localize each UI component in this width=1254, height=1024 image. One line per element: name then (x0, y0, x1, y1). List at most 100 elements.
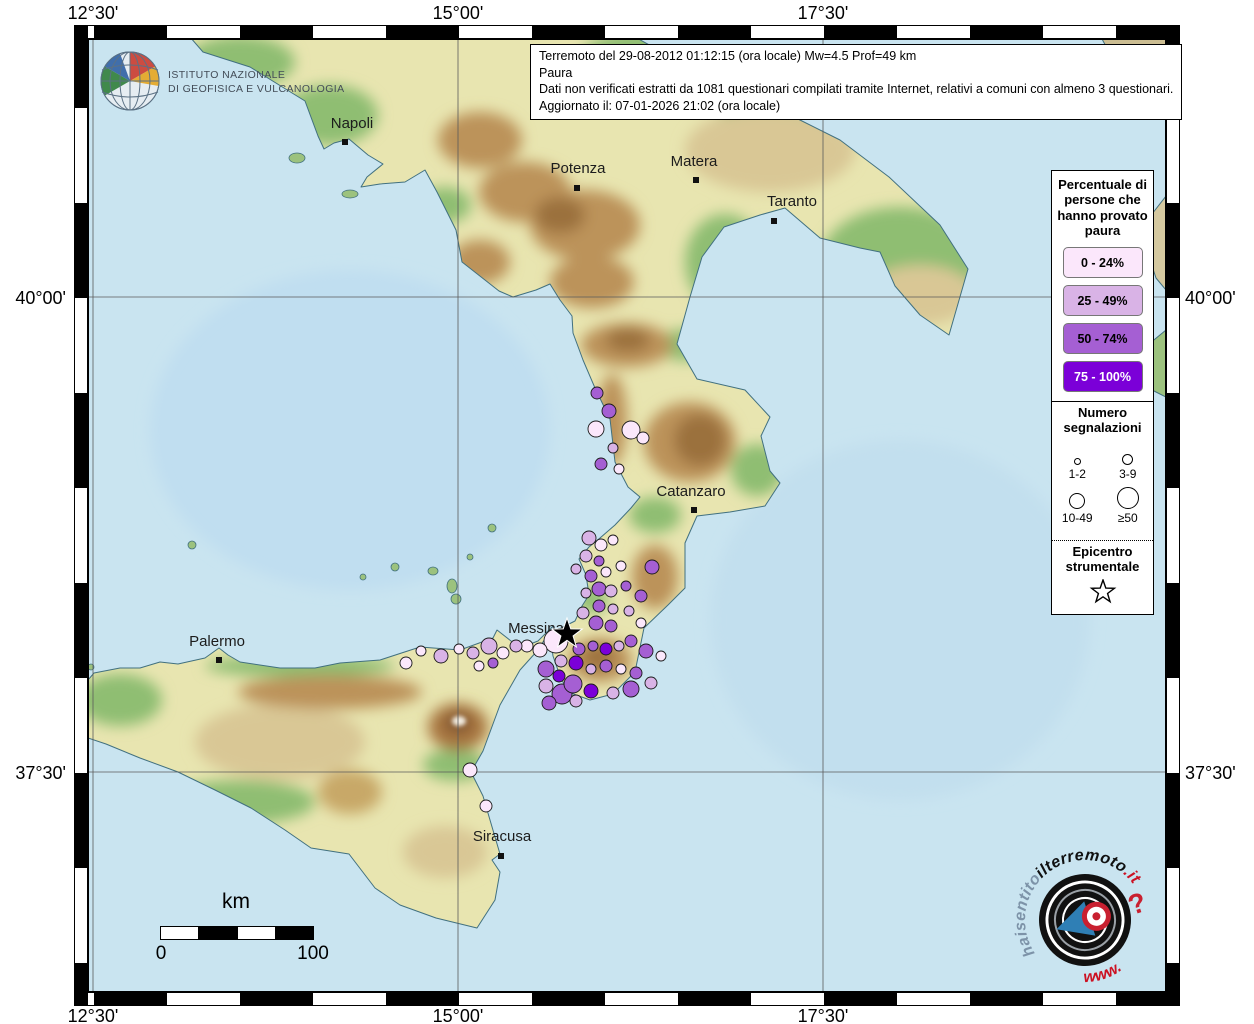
legend-size-4-label: ≥50 (1118, 511, 1138, 525)
city-marker (216, 657, 222, 663)
coord-label-top-3: 17°30' (798, 3, 849, 24)
coord-label-left-2: 37°30' (2, 763, 66, 784)
coord-label-bottom-3: 17°30' (798, 1006, 849, 1024)
felt-report-circle (467, 647, 479, 659)
size-circle-icon (1117, 487, 1139, 509)
felt-report-circle (580, 550, 592, 562)
scalebar-segment (237, 927, 275, 939)
city-label: Palermo (189, 633, 245, 650)
felt-report-circle (591, 387, 603, 399)
legend-swatch-2: 25 - 49% (1063, 285, 1143, 316)
event-info-box: Terremoto del 29-08-2012 01:12:15 (ora l… (530, 44, 1182, 120)
map-frame-left (74, 25, 88, 1006)
felt-report-circle (588, 421, 604, 437)
felt-report-circle (592, 582, 606, 596)
legend-percent-title: Percentuale di persone che hanno provato… (1052, 171, 1153, 240)
coord-label-bottom-1: 12°30' (68, 1006, 119, 1024)
felt-report-circle (571, 564, 581, 574)
felt-report-circle (538, 661, 554, 677)
legend-size-1-label: 1-2 (1069, 467, 1086, 481)
legend-size-3: 10-49 (1052, 484, 1103, 525)
felt-report-circle (616, 561, 626, 571)
city-label: Potenza (550, 160, 606, 177)
felt-report-circle (584, 684, 598, 698)
felt-report-circle (645, 677, 657, 689)
event-question: Paura (539, 65, 1173, 82)
legend-swatch-3: 50 - 74% (1063, 323, 1143, 354)
felt-report-circle (555, 655, 567, 667)
felt-report-circle (605, 620, 617, 632)
felt-report-circle (569, 656, 583, 670)
legend-size-1: 1-2 (1052, 440, 1103, 481)
legend-swatch-4-label: 75 - 100% (1074, 370, 1131, 384)
legend-count-title: Numero segnalazioni (1052, 406, 1153, 436)
size-circle-icon (1069, 493, 1085, 509)
city-label: Catanzaro (656, 483, 725, 500)
felt-report-circle (474, 661, 484, 671)
legend-size-2-label: 3-9 (1119, 467, 1136, 481)
ingv-name-line2: DI GEOFISICA E VULCANOLOGIA (168, 83, 345, 95)
felt-report-circle (434, 649, 448, 663)
legend-swatch-2-label: 25 - 49% (1077, 294, 1127, 308)
felt-report-circle (593, 600, 605, 612)
felt-report-circle (595, 539, 607, 551)
felt-report-circle (588, 641, 598, 651)
coord-label-right-1: 40°00' (1185, 288, 1236, 309)
legend-size-2: 3-9 (1103, 440, 1154, 481)
felt-report-circle (608, 535, 618, 545)
city-marker (693, 177, 699, 183)
felt-report-circle (553, 670, 565, 682)
felt-report-circle (595, 458, 607, 470)
epicenter-star-icon (1089, 579, 1117, 605)
city-marker (498, 853, 504, 859)
event-title: Terremoto del 29-08-2012 01:12:15 (ora l… (539, 48, 1173, 65)
felt-report-circle (625, 635, 637, 647)
felt-report-circle (577, 607, 589, 619)
felt-report-circle (400, 657, 412, 669)
felt-report-circle (416, 646, 426, 656)
felt-report-circle (608, 443, 618, 453)
city-label: Matera (671, 153, 718, 170)
felt-report-circle (624, 606, 634, 616)
city-label: Siracusa (473, 828, 532, 845)
felt-report-circle (533, 643, 547, 657)
felt-report-circle (605, 585, 617, 597)
scalebar-start: 0 (156, 943, 167, 965)
felt-report-circle (582, 531, 596, 545)
city-marker (342, 139, 348, 145)
felt-report-circle (607, 687, 619, 699)
felt-report-circle (645, 560, 659, 574)
ingv-name-line1: ISTITUTO NAZIONALE (168, 69, 285, 81)
felt-report-circle (656, 651, 666, 661)
city-marker (574, 185, 580, 191)
scalebar-segment (198, 927, 236, 939)
felt-report-circle (636, 618, 646, 628)
felt-report-circle (621, 581, 631, 591)
size-circle-icon (1122, 454, 1133, 465)
ingv-globe-icon (101, 52, 159, 110)
scalebar-end: 100 (297, 943, 329, 965)
map-frame-top (74, 25, 1180, 39)
scalebar-unit: km (160, 890, 312, 914)
felt-report-circle (600, 643, 612, 655)
legend-count-section: Numero segnalazioni 1-2 3-9 10-49 ≥50 (1052, 401, 1153, 531)
legend-swatch-1: 0 - 24% (1063, 247, 1143, 278)
coord-label-bottom-2: 15°00' (433, 1006, 484, 1024)
haisentitoilterremoto-logo: ? haisentitoilterremoto.it www. (1005, 840, 1170, 1010)
map-screenshot: 12°30' 15°00' 17°30' 12°30' 15°00' 17°30… (0, 0, 1254, 1024)
felt-report-circle (639, 644, 653, 658)
event-disclaimer: Dati non verificati estratti da 1081 que… (539, 81, 1173, 98)
felt-report-circle (463, 763, 477, 777)
felt-report-circle (602, 404, 616, 418)
coord-label-top-2: 15°00' (433, 3, 484, 24)
felt-report-circle (600, 660, 612, 672)
felt-report-circle (570, 695, 582, 707)
city-label: Taranto (767, 193, 817, 210)
felt-report-circle (488, 658, 498, 668)
felt-report-circle (635, 590, 647, 602)
felt-report-circle (510, 640, 522, 652)
felt-report-circle (581, 588, 591, 598)
felt-report-circle (454, 644, 464, 654)
size-circle-icon (1074, 458, 1081, 465)
felt-report-circle (630, 667, 642, 679)
